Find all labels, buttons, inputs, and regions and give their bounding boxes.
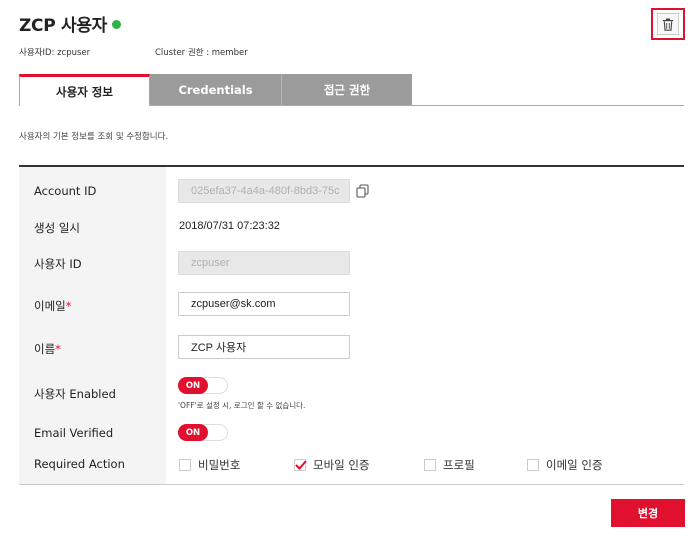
checkbox-box[interactable] — [424, 459, 436, 471]
name-label-text: 이름 — [34, 342, 56, 356]
tab-access-rights[interactable]: 접근 권한 — [281, 74, 412, 106]
checkbox-box[interactable] — [294, 459, 307, 471]
required-action-label: Required Action — [34, 457, 125, 471]
checkbox-mobile-auth[interactable]: 모바일 인증 — [294, 457, 370, 473]
email-verified-toggle[interactable]: ON — [178, 424, 228, 441]
cluster-role-meta: Cluster 권한 : member — [155, 48, 248, 58]
name-field[interactable]: ZCP 사용자 — [178, 335, 350, 359]
tab-user-info[interactable]: 사용자 정보 — [19, 74, 150, 106]
checkbox-label: 비밀번호 — [198, 458, 241, 472]
checkbox-box[interactable] — [179, 459, 191, 471]
email-verified-label: Email Verified — [34, 426, 114, 440]
enabled-label: 사용자 Enabled — [34, 387, 116, 401]
name-label: 이름* — [34, 341, 61, 357]
email-label: 이메일* — [34, 298, 72, 314]
email-required-mark: * — [65, 299, 72, 313]
checkmark-icon — [295, 460, 307, 470]
page-description: 사용자의 기본 정보를 조회 및 수정합니다. — [19, 132, 169, 142]
form-bottom-border — [19, 484, 684, 485]
created-at-label: 생성 일시 — [34, 221, 80, 235]
checkbox-label: 이메일 인증 — [546, 458, 603, 472]
page-title-text: ZCP 사용자 — [19, 16, 108, 36]
tab-bar: 사용자 정보 Credentials 접근 권한 — [19, 74, 684, 106]
submit-button[interactable]: 변경 — [611, 499, 685, 527]
email-field[interactable]: zcpuser@sk.com — [178, 292, 350, 316]
checkbox-password[interactable]: 비밀번호 — [179, 457, 240, 473]
checkbox-profile[interactable]: 프로필 — [424, 457, 475, 473]
enabled-hint: 'OFF'로 설정 시, 로그인 할 수 없습니다. — [178, 401, 306, 410]
account-id-label: Account ID — [34, 184, 97, 198]
delete-button[interactable] — [651, 8, 685, 40]
tab-credentials[interactable]: Credentials — [150, 74, 281, 106]
checkbox-label: 모바일 인증 — [313, 458, 370, 472]
created-at-value: 2018/07/31 07:23:32 — [179, 220, 280, 232]
email-verified-toggle-knob: ON — [178, 424, 208, 441]
account-id-field[interactable]: 025efa37-4a4a-480f-8bd3-75c — [178, 179, 350, 203]
status-dot — [112, 20, 122, 29]
page-title: ZCP 사용자 — [19, 11, 122, 36]
name-required-mark: * — [55, 342, 61, 356]
checkbox-email-auth[interactable]: 이메일 인증 — [527, 457, 603, 473]
checkbox-label: 프로필 — [443, 458, 475, 472]
email-label-text: 이메일 — [34, 299, 66, 313]
trash-icon — [663, 18, 673, 31]
tab-active-gap — [20, 105, 149, 106]
enabled-toggle[interactable]: ON — [178, 377, 228, 394]
enabled-toggle-knob: ON — [178, 377, 208, 394]
copy-icon[interactable] — [355, 183, 371, 199]
username-label: 사용자 ID — [34, 257, 82, 271]
checkbox-box[interactable] — [527, 459, 539, 471]
delete-button-frame — [657, 13, 679, 35]
user-id-meta: 사용자ID: zcpuser — [19, 48, 91, 58]
username-field[interactable]: zcpuser — [178, 251, 350, 275]
